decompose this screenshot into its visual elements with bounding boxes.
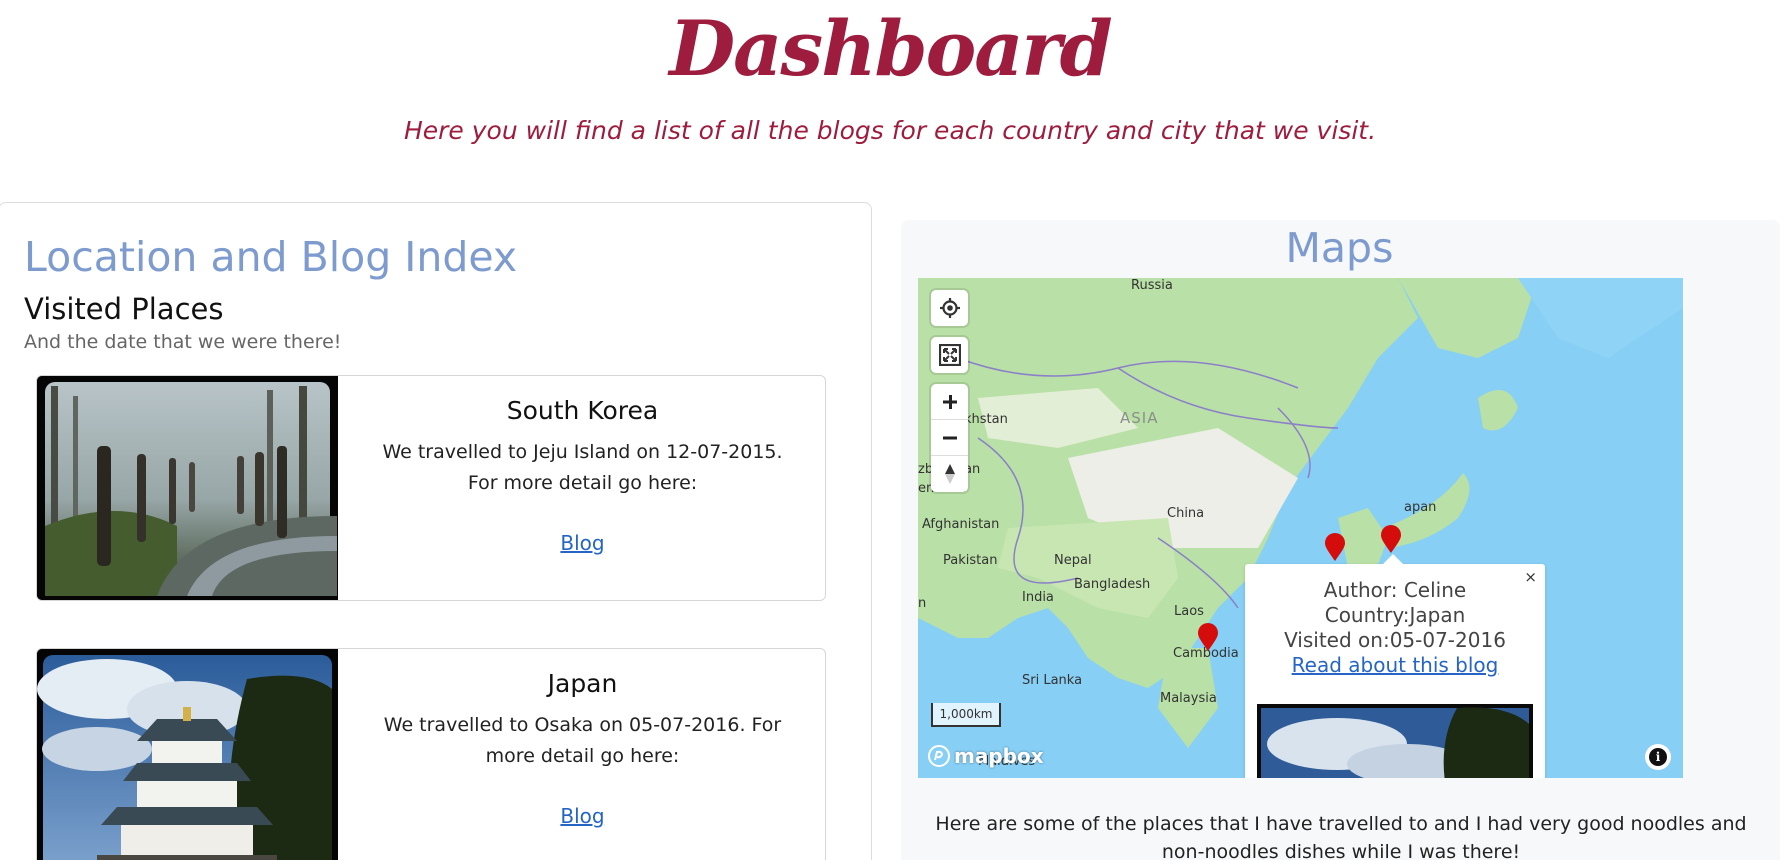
visited-places-subtitle: And the date that we were there! bbox=[24, 331, 342, 353]
map-label-nepal: Nepal bbox=[1054, 553, 1092, 568]
info-icon: i bbox=[1649, 748, 1667, 766]
maps-title: Maps bbox=[1285, 224, 1394, 272]
geolocate-control bbox=[931, 290, 968, 326]
map-marker-japan[interactable] bbox=[1380, 524, 1402, 554]
map-label-malaysia: Malaysia bbox=[1160, 691, 1217, 706]
map-marker-south-korea[interactable] bbox=[1324, 532, 1346, 562]
map-scale: 1,000km bbox=[931, 703, 1001, 727]
fullscreen-control bbox=[931, 337, 968, 373]
interactive-map[interactable]: Russia khstan ASIA zbekistan enistan Afg… bbox=[918, 278, 1683, 778]
map-label-kazakhstan: khstan bbox=[964, 412, 1008, 427]
map-label-sri-lanka: Sri Lanka bbox=[1022, 673, 1083, 688]
compass-icon bbox=[944, 464, 955, 484]
map-label-partial: n bbox=[918, 596, 927, 611]
popup-visited-date: Visited on:05-07-2016 bbox=[1284, 628, 1506, 652]
marker-pin-japan bbox=[1381, 525, 1401, 553]
mapbox-logo[interactable]: mapbox bbox=[928, 744, 1044, 768]
card-title: Japan bbox=[547, 669, 618, 698]
zoom-out-button[interactable] bbox=[931, 420, 968, 456]
minus-icon bbox=[942, 436, 957, 439]
fullscreen-button[interactable] bbox=[931, 337, 968, 373]
geolocate-button[interactable] bbox=[931, 290, 968, 326]
card-title: South Korea bbox=[506, 396, 659, 425]
blog-link-south-korea[interactable]: Blog bbox=[560, 531, 604, 555]
compass-button[interactable] bbox=[931, 456, 968, 492]
popup-author: Author: Celine bbox=[1323, 578, 1467, 602]
map-label-asia: ASIA bbox=[1120, 409, 1159, 427]
maps-caption: Here are some of the places that I have … bbox=[935, 813, 1747, 860]
card-text: We travelled to Jeju Island on 12-07-201… bbox=[382, 441, 783, 494]
map-label-afghanistan: Afghanistan bbox=[922, 517, 1000, 532]
map-label-bangladesh: Bangladesh bbox=[1074, 577, 1151, 592]
fullscreen-icon bbox=[938, 344, 961, 366]
map-label-pakistan: Pakistan bbox=[943, 553, 998, 568]
marker-pin-vietnam bbox=[1198, 623, 1218, 651]
blog-card-south-korea: South Korea We travelled to Jeju Island … bbox=[36, 375, 826, 601]
maps-panel: Maps Russia khstan ASIA zbekistan enista… bbox=[901, 220, 1780, 860]
popup-country: Country:Japan bbox=[1324, 603, 1466, 627]
blog-index-panel: Location and Blog Index Visited Places A… bbox=[0, 202, 872, 860]
index-title: Location and Blog Index bbox=[24, 233, 518, 281]
osaka-castle-image bbox=[37, 649, 338, 860]
crosshair-icon bbox=[939, 298, 960, 318]
visited-places-title: Visited Places bbox=[24, 292, 224, 326]
navigation-control bbox=[931, 384, 968, 492]
attribution-button[interactable]: i bbox=[1645, 744, 1671, 770]
marker-pin-south-korea bbox=[1325, 533, 1345, 561]
plus-icon bbox=[942, 394, 957, 409]
popup-tip bbox=[1383, 554, 1403, 564]
mapbox-logo-text: mapbox bbox=[954, 744, 1044, 768]
map-label-laos: Laos bbox=[1174, 604, 1204, 619]
popup-close-button[interactable]: × bbox=[1524, 568, 1537, 586]
page-title: Dashboard bbox=[669, 4, 1112, 93]
page-subtitle: Here you will find a list of all the blo… bbox=[403, 116, 1377, 145]
popup-blog-image bbox=[1257, 704, 1533, 778]
zoom-in-button[interactable] bbox=[931, 384, 968, 420]
popup-read-blog-link[interactable]: Read about this blog bbox=[1292, 653, 1499, 677]
blog-card-japan: Japan We travelled to Osaka on 05-07-201… bbox=[36, 648, 826, 860]
map-label-japan: apan bbox=[1404, 500, 1437, 515]
map-label-russia: Russia bbox=[1131, 278, 1173, 293]
jeju-forest-image bbox=[37, 376, 338, 600]
mapbox-logo-icon bbox=[928, 745, 950, 767]
map-label-india: India bbox=[1022, 590, 1054, 605]
card-text: We travelled to Osaka on 05-07-2016. For… bbox=[383, 714, 782, 767]
blog-link-japan[interactable]: Blog bbox=[560, 804, 604, 828]
map-marker-vietnam[interactable] bbox=[1197, 622, 1219, 652]
map-popup: × Author: Celine Country:Japan Visited o… bbox=[1245, 554, 1545, 778]
map-label-china: China bbox=[1167, 506, 1205, 521]
